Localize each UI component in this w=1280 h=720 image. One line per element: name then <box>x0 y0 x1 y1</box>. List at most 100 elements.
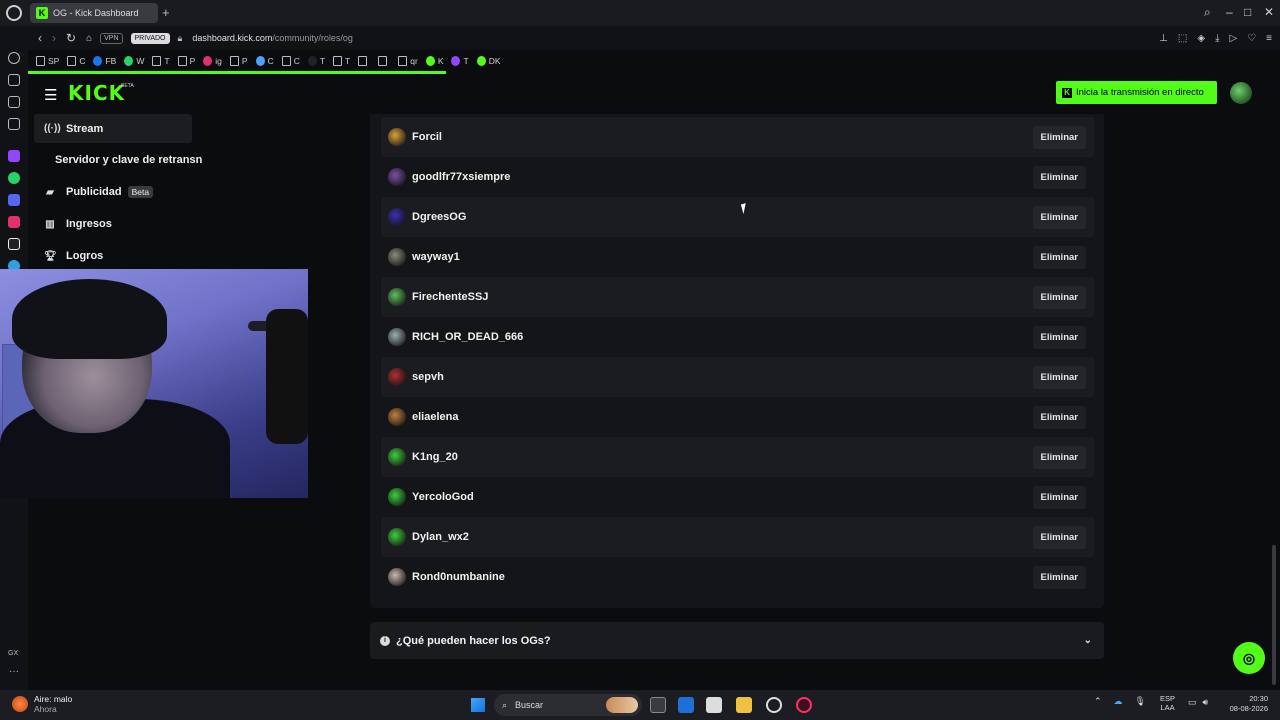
user-avatar[interactable] <box>388 168 406 186</box>
task-view-icon[interactable] <box>650 697 666 713</box>
bookmark-item[interactable]: T <box>307 56 325 66</box>
scrollbar[interactable] <box>1272 545 1276 685</box>
maximize-icon[interactable]: □ <box>1244 5 1251 19</box>
more-icon[interactable]: ··· <box>9 666 19 677</box>
search-icon[interactable]: ⌕ <box>1204 5 1211 20</box>
discord-icon[interactable] <box>8 194 20 206</box>
remove-og-button[interactable]: Eliminar <box>1032 325 1086 349</box>
user-avatar[interactable] <box>388 368 406 386</box>
clock[interactable]: 20:30 08-08-2026 <box>1224 694 1268 714</box>
sidebar-item-publicidad[interactable]: ▰ Publicidad Beta <box>44 186 154 198</box>
mail-icon[interactable] <box>8 118 20 130</box>
sidebar-item-stream[interactable]: ((·)) Stream <box>34 114 192 143</box>
remove-og-button[interactable]: Eliminar <box>1032 245 1086 269</box>
remove-og-button[interactable]: Eliminar <box>1032 445 1086 469</box>
shield-icon[interactable]: ◈ <box>1197 33 1205 44</box>
file-explorer-icon[interactable] <box>736 697 752 713</box>
remove-og-button[interactable]: Eliminar <box>1032 285 1086 309</box>
new-tab-icon[interactable]: + <box>162 5 170 20</box>
bookmark-item[interactable]: P <box>177 56 195 66</box>
bookmark-item[interactable]: C <box>255 56 274 66</box>
weather-icon[interactable] <box>12 696 28 712</box>
twitch-icon[interactable] <box>8 150 20 162</box>
bookmark-item[interactable]: T <box>333 56 350 66</box>
og-username[interactable]: Forcil <box>412 131 442 143</box>
minimize-icon[interactable]: – <box>1226 5 1233 19</box>
close-icon[interactable]: ✕ <box>1264 5 1274 19</box>
og-username[interactable]: wayway1 <box>412 251 460 263</box>
user-avatar[interactable] <box>388 328 406 346</box>
remove-og-button[interactable]: Eliminar <box>1032 485 1086 509</box>
bookmark-item[interactable]: ig <box>203 56 222 66</box>
bookmark-item[interactable]: T <box>451 56 469 66</box>
user-avatar[interactable] <box>388 128 406 146</box>
user-avatar[interactable] <box>388 288 406 306</box>
bookmark-item[interactable]: DK <box>476 56 501 66</box>
remove-og-button[interactable]: Eliminar <box>1032 205 1086 229</box>
speed-dial-icon[interactable] <box>8 52 20 64</box>
bookmark-item[interactable]: FB <box>93 56 116 66</box>
sidebar-item-server-key[interactable]: Servidor y clave de retransn <box>55 154 202 166</box>
og-username[interactable]: K1ng_20 <box>412 451 458 463</box>
user-avatar[interactable] <box>388 568 406 586</box>
bookmark-item[interactable]: qr <box>398 56 418 66</box>
browser-tab[interactable]: K OG - Kick Dashboard <box>30 3 158 23</box>
remove-og-button[interactable]: Eliminar <box>1032 565 1086 589</box>
windows-start-icon[interactable] <box>470 697 486 713</box>
news-icon[interactable] <box>8 96 20 108</box>
cloud-icon[interactable]: ☁ <box>1114 696 1123 707</box>
remove-og-button[interactable]: Eliminar <box>1032 365 1086 389</box>
user-avatar[interactable] <box>1230 82 1252 104</box>
og-username[interactable]: goodlfr77xsiempre <box>412 171 510 183</box>
tray-status-icons[interactable]: ▭ 🔊︎ <box>1188 697 1208 708</box>
og-username[interactable]: sepvh <box>412 371 444 383</box>
user-avatar[interactable] <box>388 488 406 506</box>
weather-widget[interactable]: Aire: malo Ahora <box>34 694 72 714</box>
bookmark-item[interactable]: W <box>124 56 144 66</box>
user-avatar[interactable] <box>388 248 406 266</box>
url-field[interactable]: dashboard.kick.com/community/roles/og <box>192 33 353 43</box>
sidebar-item-logros[interactable]: 🏆︎ Logros <box>44 250 103 262</box>
user-avatar[interactable] <box>388 408 406 426</box>
pin-icon[interactable]: ⊥ <box>1159 33 1168 44</box>
tiktok-icon[interactable] <box>8 238 20 250</box>
remove-og-button[interactable]: Eliminar <box>1032 525 1086 549</box>
menu-icon[interactable]: ≡ <box>1266 33 1272 44</box>
heart-icon[interactable]: ♡ <box>1247 33 1256 44</box>
hamburger-menu-icon[interactable]: ☰ <box>44 86 57 104</box>
play-icon[interactable]: ▷ <box>1229 33 1237 44</box>
bookmark-item[interactable] <box>358 56 370 66</box>
user-avatar[interactable] <box>388 208 406 226</box>
chevron-up-icon[interactable]: ⌃ <box>1094 696 1102 707</box>
lock-icon[interactable]: 🔒︎ <box>178 33 183 44</box>
help-chat-button[interactable]: ◎ <box>1233 642 1265 674</box>
og-username[interactable]: YercoloGod <box>412 491 474 503</box>
og-username[interactable]: RICH_OR_DEAD_666 <box>412 331 523 343</box>
chevron-down-icon[interactable]: ⌄ <box>1084 635 1092 646</box>
instagram-icon[interactable] <box>8 216 20 228</box>
microphone-icon[interactable]: 🎙︎ <box>1135 696 1146 707</box>
reload-icon[interactable]: ↻ <box>66 31 76 45</box>
bookmark-item[interactable] <box>378 56 390 66</box>
user-avatar[interactable] <box>388 448 406 466</box>
taskbar-search[interactable]: ⌕ Buscar <box>494 694 642 716</box>
og-username[interactable]: DgreesOG <box>412 211 466 223</box>
remove-og-button[interactable]: Eliminar <box>1032 165 1086 189</box>
remove-og-button[interactable]: Eliminar <box>1032 405 1086 429</box>
og-username[interactable]: Rond0numbanine <box>412 571 505 583</box>
go-live-button[interactable]: K Inicia la transmisión en directo <box>1056 81 1217 104</box>
bookmark-item[interactable]: K <box>425 56 443 66</box>
forward-icon[interactable]: › <box>52 31 56 45</box>
sidebar-item-ingresos[interactable]: ▥ Ingresos <box>44 218 112 230</box>
edge-icon[interactable] <box>678 697 694 713</box>
opera-gx-icon[interactable] <box>6 5 22 21</box>
og-username[interactable]: Dylan_wx2 <box>412 531 469 543</box>
bookmark-item[interactable]: C <box>67 56 85 66</box>
opera-gx-taskbar-icon[interactable] <box>796 697 812 713</box>
bookmark-item[interactable]: P <box>229 56 248 66</box>
bookmark-item[interactable]: SP <box>36 56 59 66</box>
language-indicator[interactable]: ESP LAA <box>1160 694 1175 712</box>
vpn-badge[interactable]: VPN <box>100 32 123 44</box>
og-faq-accordion[interactable]: i ¿Qué pueden hacer los OGs? ⌄ <box>370 622 1104 659</box>
bag-icon[interactable] <box>8 74 20 86</box>
